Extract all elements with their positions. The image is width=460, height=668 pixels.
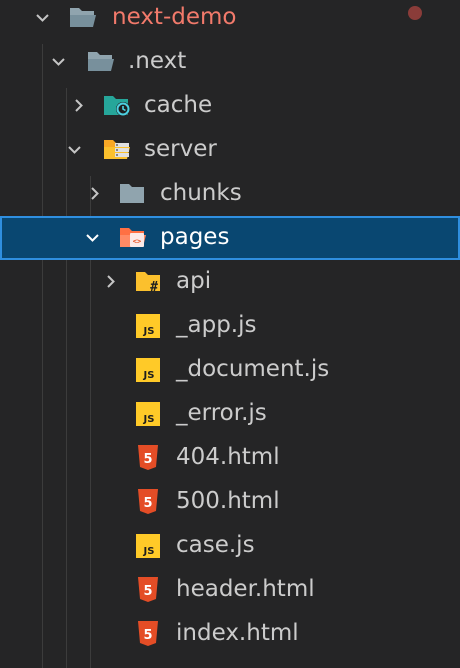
js-glyph: JS	[143, 546, 155, 557]
tree-item-server[interactable]: server	[0, 128, 460, 172]
tree-item-label: cache	[144, 92, 213, 118]
tree-item-label: 404.html	[176, 444, 280, 470]
tree-item-api[interactable]: # api	[0, 260, 460, 304]
html5-icon: 5	[134, 443, 164, 471]
folder-open-icon	[86, 47, 116, 75]
tree-item-label: _document.js	[176, 356, 330, 382]
tree-item-app-js[interactable]: JS _app.js	[0, 304, 460, 348]
tree-item-label: .next	[128, 48, 187, 74]
tree-item-chunks[interactable]: chunks	[0, 172, 460, 216]
tree-item-label: next-demo	[112, 4, 237, 30]
tree-item-500-html[interactable]: 5 500.html	[0, 480, 460, 524]
chevron-right-icon[interactable]	[88, 187, 101, 200]
chevron-down-icon[interactable]	[68, 143, 81, 156]
tree-item-next[interactable]: .next	[0, 40, 460, 84]
tree-item-label: api	[176, 268, 212, 294]
folder-open-icon	[68, 3, 98, 31]
js-icon: JS	[134, 311, 164, 339]
folder-api-icon: #	[134, 267, 164, 295]
chevron-down-icon[interactable]	[52, 55, 65, 68]
html5-icon: 5	[134, 487, 164, 515]
chevron-down-icon[interactable]	[86, 231, 99, 244]
tree-item-case-js[interactable]: JS case.js	[0, 524, 460, 568]
js-glyph: JS	[143, 370, 155, 381]
file-explorer-tree: next-demo .next cache server chunks <> p…	[0, 0, 460, 668]
html5-glyph: 5	[143, 452, 152, 467]
tree-item-next-demo[interactable]: next-demo	[0, 0, 460, 40]
tree-item-label: _app.js	[176, 312, 257, 338]
js-glyph: JS	[143, 326, 155, 337]
pages-code-glyph: <>	[133, 238, 141, 246]
api-hash-glyph: #	[150, 280, 158, 295]
folder-pages-icon: <>	[118, 223, 148, 251]
tree-item-label: pages	[160, 224, 230, 250]
html5-glyph: 5	[143, 584, 152, 599]
tree-item-label: 500.html	[176, 488, 280, 514]
tree-item-label: _error.js	[176, 400, 267, 426]
folder-cache-icon	[102, 91, 132, 119]
js-icon: JS	[134, 531, 164, 559]
tree-item-header-html[interactable]: 5 header.html	[0, 568, 460, 612]
html5-icon: 5	[134, 619, 164, 647]
tree-item-label: chunks	[160, 180, 242, 206]
html5-icon: 5	[134, 575, 164, 603]
tree-item-404-html[interactable]: 5 404.html	[0, 436, 460, 480]
tree-item-cache[interactable]: cache	[0, 84, 460, 128]
folder-icon	[118, 179, 148, 207]
tree-item-label: header.html	[176, 576, 315, 602]
tree-item-label: case.js	[176, 532, 255, 558]
chevron-right-icon[interactable]	[72, 99, 85, 112]
chevron-right-icon[interactable]	[104, 275, 117, 288]
modified-indicator-dot	[408, 6, 422, 20]
tree-item-document-js[interactable]: JS _document.js	[0, 348, 460, 392]
html5-glyph: 5	[143, 628, 152, 643]
folder-server-icon	[102, 135, 132, 163]
js-icon: JS	[134, 355, 164, 383]
js-glyph: JS	[143, 414, 155, 425]
html5-glyph: 5	[143, 496, 152, 511]
tree-item-label: index.html	[176, 620, 299, 646]
tree-item-pages[interactable]: <> pages	[0, 216, 460, 260]
tree-item-index-html[interactable]: 5 index.html	[0, 612, 460, 656]
js-icon: JS	[134, 399, 164, 427]
tree-item-label: server	[144, 136, 217, 162]
chevron-down-icon[interactable]	[36, 11, 49, 24]
tree-item-error-js[interactable]: JS _error.js	[0, 392, 460, 436]
